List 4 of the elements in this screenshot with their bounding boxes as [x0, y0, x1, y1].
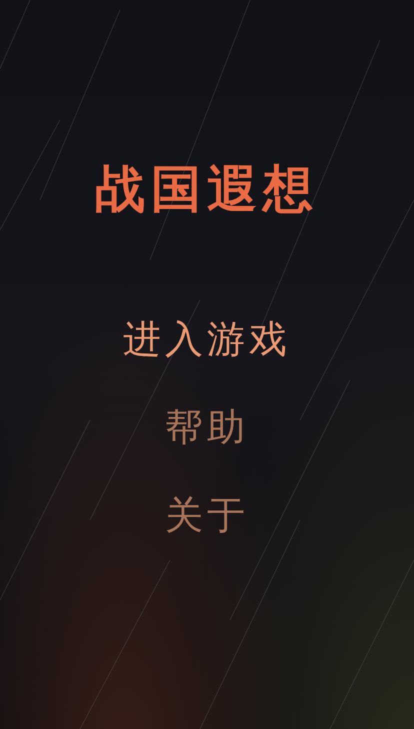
game-title: 战国遐想 [95, 158, 319, 220]
menu-item[interactable]: 关于 [165, 489, 249, 541]
menu-item[interactable]: 帮助 [165, 401, 249, 453]
menu-item[interactable]: 进入游戏 [123, 313, 291, 365]
